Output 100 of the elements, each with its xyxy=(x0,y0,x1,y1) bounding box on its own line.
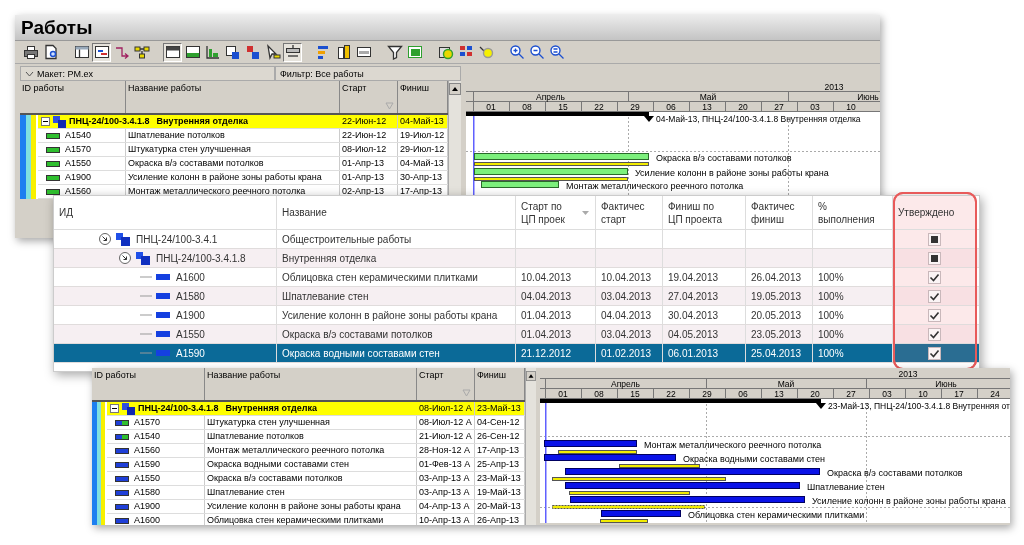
cursor-icon xyxy=(264,44,281,60)
month-label: Апрель xyxy=(536,91,565,102)
week-label: 06 xyxy=(666,101,676,112)
summary-label: 04-Май-13, ПНЦ-24/100-3.4.1.8 Внутренняя отделка xyxy=(656,114,861,124)
checkbox[interactable] xyxy=(927,308,941,322)
actual-start: 01.02.2013 xyxy=(601,347,652,359)
checkbox[interactable] xyxy=(927,232,941,246)
planned-finish: 04.05.2013 xyxy=(668,328,719,340)
toolbar-button[interactable] xyxy=(92,42,111,62)
scroll-up-icon[interactable] xyxy=(526,370,536,382)
planned-start: 10.04.2013 xyxy=(521,271,572,283)
start-date: 08-Июл-12 A xyxy=(417,416,475,429)
activity-name: Штукатурка стен улучшенная xyxy=(205,416,417,429)
activity-name: Шпатлевание стен xyxy=(277,287,516,305)
wbs-code: ПНЦ-24/100-3.4.1.8 xyxy=(138,402,219,415)
task-bar-icon xyxy=(140,330,172,338)
start-date: 03-Апр-13 A xyxy=(417,486,475,499)
expander-icon[interactable] xyxy=(41,117,50,126)
expander-icon[interactable] xyxy=(110,404,119,413)
table-row[interactable]: ПНЦ-24/100-3.4.1.8 Внутренняя отделка xyxy=(54,249,979,268)
wbs-name: Внутренняя отделка xyxy=(156,115,248,128)
wbs-name: Внутренняя отделка xyxy=(225,402,317,415)
checkbox[interactable] xyxy=(927,289,941,303)
column-header[interactable]: Название работы xyxy=(205,368,417,400)
table-row[interactable]: A1550 Окраска в/э составами потолков 01.04.2013 03.04.2013 04.05.2013 23.05.2013 100% xyxy=(54,325,979,344)
planned-finish: 06.01.2013 xyxy=(668,347,719,359)
layout-selector[interactable]: Макет: PM.ex xyxy=(20,66,275,81)
actual-start: 03.04.2013 xyxy=(601,328,652,340)
start-date: 21-Июл-12 A xyxy=(417,430,475,443)
column-header[interactable]: Фактичес старт xyxy=(596,196,663,229)
week-label: 29 xyxy=(702,388,712,399)
activity-name: Шпатлевание потолков xyxy=(126,129,340,142)
start-date: 01-Апр-13 xyxy=(340,157,398,170)
bulb-icon xyxy=(477,44,494,60)
week-label: 13 xyxy=(702,101,712,112)
column-header[interactable]: Фактичес финиш xyxy=(746,196,813,229)
task-bar-icon xyxy=(140,311,172,319)
start-date: 08-Июл-12 A xyxy=(417,402,475,415)
column-header[interactable]: Название xyxy=(277,196,516,229)
table-row[interactable]: A1590 Окраска водными составами стен 21.12.2012 01.02.2013 06.01.2013 25.04.2013 100% xyxy=(54,344,979,363)
expand-toggle-icon[interactable] xyxy=(118,251,132,265)
column-header[interactable]: ИД xyxy=(54,196,277,229)
week-label: 03 xyxy=(882,388,892,399)
activity-id: A1590 xyxy=(134,458,161,471)
column-header[interactable]: Финиш по ЦП проекта xyxy=(663,196,746,229)
column-header[interactable]: Старт по ЦП проек xyxy=(516,196,596,229)
toolbar-button[interactable] xyxy=(283,42,302,62)
expand-toggle-icon[interactable] xyxy=(98,232,112,246)
window-title: Работы xyxy=(15,15,880,41)
activity-id: A1540 xyxy=(134,430,161,443)
column-header[interactable]: Название работы xyxy=(126,81,340,113)
task-bar-icon xyxy=(140,273,172,281)
column-header[interactable]: ID работы xyxy=(20,81,126,113)
column-header[interactable]: Старт xyxy=(340,81,398,113)
percent-complete: 100% xyxy=(818,309,844,321)
activity-name: Шпатлевание потолков xyxy=(205,430,417,443)
week-label: 29 xyxy=(630,101,640,112)
table-row[interactable]: A1580 Шпатлевание стен 04.04.2013 03.04.2013 27.04.2013 19.05.2013 100% xyxy=(54,287,979,306)
activity-id: A1900 xyxy=(134,500,161,513)
week-label: 01 xyxy=(486,101,496,112)
column-header[interactable]: Старт xyxy=(417,368,475,400)
activity-name: Окраска в/э составами потолков xyxy=(205,472,417,485)
checkbox[interactable] xyxy=(927,270,941,284)
scroll-up-icon[interactable] xyxy=(449,83,461,95)
checkbox[interactable] xyxy=(927,251,941,265)
task-bar-icon xyxy=(140,349,172,357)
week-label: 08 xyxy=(594,388,604,399)
dropdown-caret-icon xyxy=(25,69,34,78)
activity-name: Окраска водными составами стен xyxy=(205,458,417,471)
actual-start: 10.04.2013 xyxy=(601,271,652,283)
bar-label: Монтаж металлического реечного потолка xyxy=(644,440,822,450)
activity-id: A1900 xyxy=(65,171,92,184)
week-label: 15 xyxy=(630,388,640,399)
column-header[interactable]: ID работы xyxy=(92,368,205,400)
checkbox[interactable] xyxy=(927,346,941,360)
activity-name: Окраска в/э составами потолков xyxy=(277,325,516,343)
columns-icon xyxy=(335,44,352,60)
checkbox[interactable] xyxy=(927,327,941,341)
actual-finish: 19.05.2013 xyxy=(751,290,802,302)
activity-id: A1550 xyxy=(176,328,205,340)
bar-label: Окраска в/э составами потолков xyxy=(656,153,792,163)
year-label: 2013 xyxy=(824,81,844,92)
bar-label: Окраска водными составами стен xyxy=(683,454,825,464)
actual-finish: 20.05.2013 xyxy=(751,309,802,321)
week-label: 10 xyxy=(918,388,928,399)
activity-name: Усиление колонн в районе зоны работы крана xyxy=(205,500,417,513)
start-date: 28-Ноя-12 A xyxy=(417,444,475,457)
squares-icon xyxy=(114,232,132,246)
window-icon xyxy=(406,44,423,60)
toolbar-button[interactable] xyxy=(163,42,182,62)
bar-label: Окраска в/э составами потолков xyxy=(827,468,963,478)
start-date: 01-Апр-13 xyxy=(340,171,398,184)
column-header[interactable]: Утверждено xyxy=(893,196,976,229)
scrollbar[interactable] xyxy=(525,368,536,525)
planned-finish: 27.04.2013 xyxy=(668,290,719,302)
activity-name: Окраска в/э составами потолков xyxy=(126,157,340,170)
activity-name: Окраска водными составами стен xyxy=(277,344,516,362)
planned-start: 04.04.2013 xyxy=(521,290,572,302)
column-header[interactable]: % выполнения xyxy=(813,196,893,229)
form-icon xyxy=(355,44,372,60)
